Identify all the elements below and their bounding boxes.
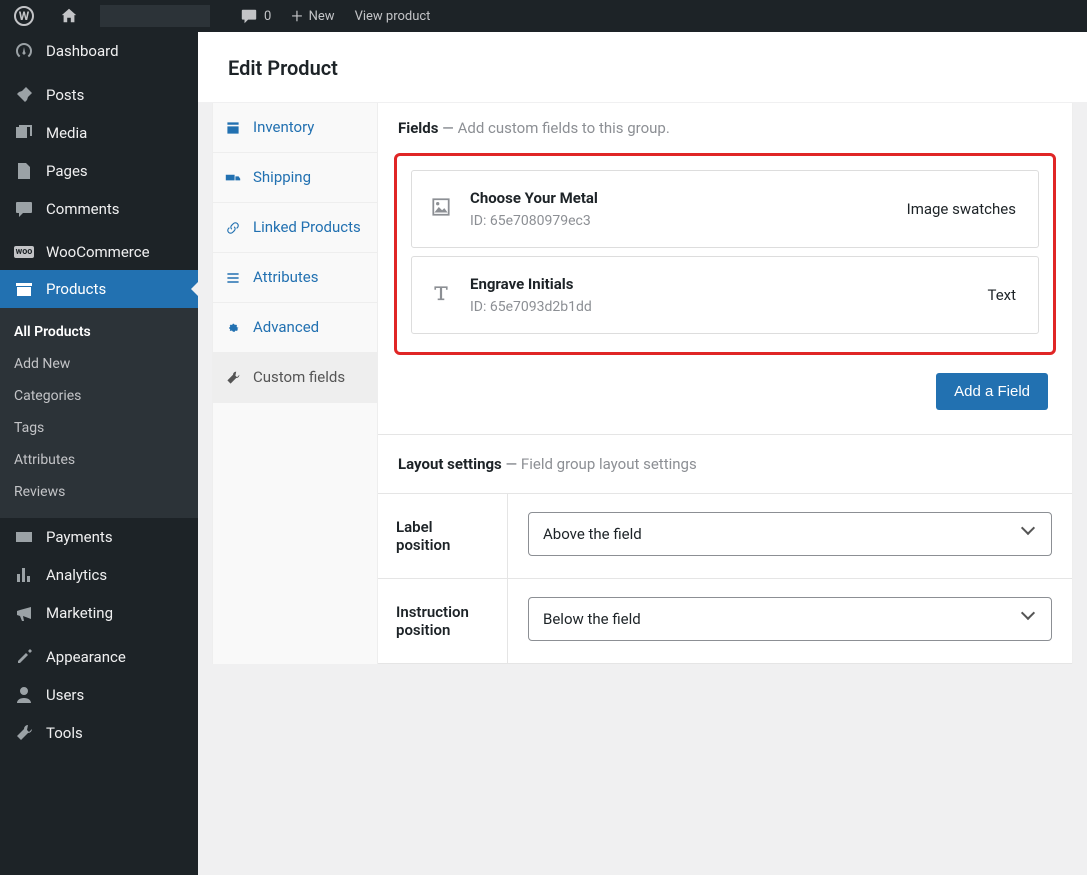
page-header: Edit Product	[198, 32, 1087, 103]
text-icon	[430, 282, 470, 308]
custom-fields-panel: Fields — Add custom fields to this group…	[378, 103, 1073, 664]
sidebar-item-tools[interactable]: Tools	[0, 714, 198, 752]
pin-icon	[12, 85, 36, 105]
chevron-down-icon	[1023, 612, 1037, 626]
comments-toolbar[interactable]: 0	[230, 7, 281, 25]
sidebar-item-appearance[interactable]: Appearance	[0, 638, 198, 676]
site-name-placeholder[interactable]	[100, 5, 210, 27]
field-row-text[interactable]: Engrave Initials ID: 65e7093d2b1dd Text	[411, 256, 1039, 334]
media-icon	[12, 123, 36, 143]
product-data-tabs: Inventory Shipping Linked Products Attri…	[212, 103, 378, 664]
layout-settings-heading: Layout settings — Field group layout set…	[378, 434, 1072, 493]
sidebar-item-payments[interactable]: Payments	[0, 518, 198, 556]
tab-linked-products[interactable]: Linked Products	[213, 203, 377, 253]
sidebar-item-comments[interactable]: Comments	[0, 190, 198, 228]
gear-icon	[225, 320, 245, 336]
submenu-add-new[interactable]: Add New	[0, 348, 198, 380]
marketing-icon	[12, 603, 36, 623]
users-icon	[12, 685, 36, 705]
comment-icon	[240, 7, 258, 25]
new-label: New	[309, 9, 335, 24]
sidebar-item-posts[interactable]: Posts	[0, 76, 198, 114]
submenu-all-products[interactable]: All Products	[0, 316, 198, 348]
field-type: Text	[987, 286, 1016, 304]
submenu-attributes[interactable]: Attributes	[0, 444, 198, 476]
label-position-select[interactable]: Above the field	[528, 512, 1052, 556]
content-area: Edit Product Inventory Shipping Linked P…	[198, 32, 1087, 875]
dashboard-icon	[12, 41, 36, 61]
inventory-icon	[225, 120, 245, 136]
analytics-icon	[12, 565, 36, 585]
home-link[interactable]	[42, 7, 96, 25]
field-row-image-swatches[interactable]: Choose Your Metal ID: 65e7080979ec3 Imag…	[411, 170, 1039, 248]
field-title: Choose Your Metal	[470, 189, 907, 207]
image-icon	[430, 196, 470, 222]
view-product-link[interactable]: View product	[345, 9, 441, 24]
submenu-categories[interactable]: Categories	[0, 380, 198, 412]
home-icon	[60, 7, 78, 25]
plus-icon: +	[291, 4, 302, 28]
new-content[interactable]: + New	[281, 4, 344, 28]
sidebar-item-users[interactable]: Users	[0, 676, 198, 714]
tab-advanced[interactable]: Advanced	[213, 303, 377, 353]
sidebar-item-marketing[interactable]: Marketing	[0, 594, 198, 632]
comments-icon	[12, 199, 36, 219]
sidebar-item-dashboard[interactable]: Dashboard	[0, 32, 198, 70]
chevron-down-icon	[1023, 527, 1037, 541]
tab-custom-fields[interactable]: Custom fields	[213, 353, 377, 403]
shipping-icon	[225, 170, 245, 186]
instruction-position-select[interactable]: Below the field	[528, 597, 1052, 641]
submenu-reviews[interactable]: Reviews	[0, 476, 198, 508]
tab-attributes[interactable]: Attributes	[213, 253, 377, 303]
sidebar-item-analytics[interactable]: Analytics	[0, 556, 198, 594]
wordpress-logo-icon[interactable]: W	[14, 6, 34, 26]
field-type: Image swatches	[907, 200, 1016, 218]
woocommerce-icon: woo	[12, 246, 36, 258]
appearance-icon	[12, 647, 36, 667]
link-icon	[225, 220, 245, 236]
admin-sidebar: Dashboard Posts Media Pages Comments woo…	[0, 32, 198, 875]
field-title: Engrave Initials	[470, 275, 987, 293]
fields-list-highlight: Choose Your Metal ID: 65e7080979ec3 Imag…	[394, 153, 1056, 355]
products-icon	[12, 279, 36, 299]
submenu-tags[interactable]: Tags	[0, 412, 198, 444]
sidebar-item-pages[interactable]: Pages	[0, 152, 198, 190]
add-field-button[interactable]: Add a Field	[936, 373, 1048, 410]
tab-shipping[interactable]: Shipping	[213, 153, 377, 203]
fields-heading: Fields — Add custom fields to this group…	[378, 103, 1072, 153]
comment-count: 0	[264, 9, 271, 24]
admin-toolbar: W 0 + New View product	[0, 0, 1087, 32]
tools-icon	[12, 723, 36, 743]
sidebar-item-products[interactable]: Products	[0, 270, 198, 308]
payments-icon	[12, 527, 36, 547]
page-title: Edit Product	[228, 56, 1057, 80]
attributes-icon	[225, 270, 245, 286]
instruction-position-label: Instruction position	[378, 579, 508, 663]
wrench-icon	[225, 370, 245, 386]
products-submenu: All Products Add New Categories Tags Att…	[0, 308, 198, 518]
field-id: ID: 65e7080979ec3	[470, 213, 907, 229]
field-id: ID: 65e7093d2b1dd	[470, 299, 987, 315]
sidebar-item-woocommerce[interactable]: woo WooCommerce	[0, 234, 198, 270]
pages-icon	[12, 161, 36, 181]
sidebar-item-media[interactable]: Media	[0, 114, 198, 152]
tab-inventory[interactable]: Inventory	[213, 103, 377, 153]
label-position-label: Label position	[378, 494, 508, 578]
